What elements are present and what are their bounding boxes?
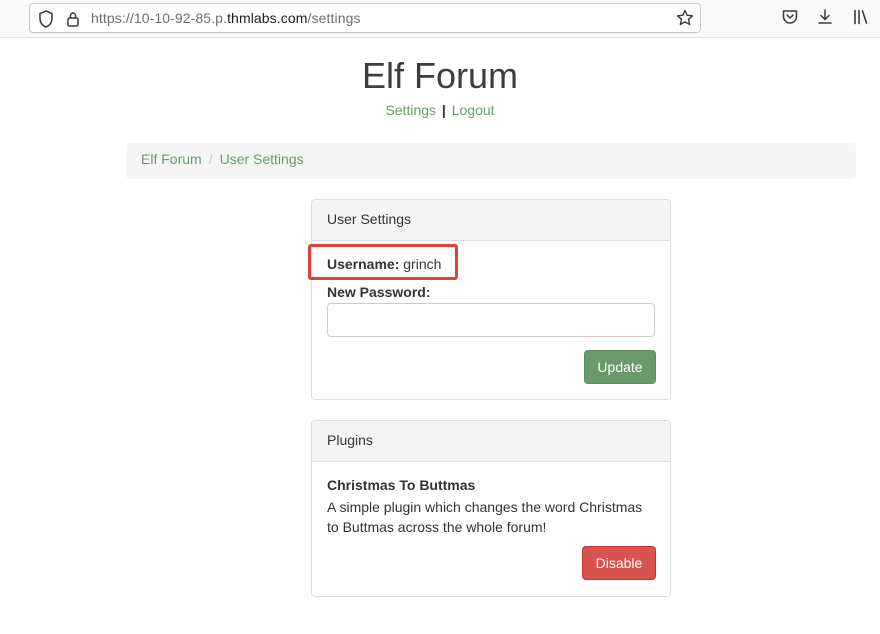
lock-icon[interactable]	[66, 10, 80, 33]
library-icon[interactable]	[852, 8, 870, 31]
update-button[interactable]: Update	[584, 350, 656, 384]
nav-separator: |	[441, 102, 446, 118]
plugins-body: Christmas To Buttmas A simple plugin whi…	[312, 462, 670, 580]
breadcrumb: Elf Forum / User Settings	[126, 143, 856, 179]
username-row: Username: grinch	[327, 256, 441, 272]
settings-link[interactable]: Settings	[385, 102, 436, 118]
address-bar[interactable]: https://10-10-92-85.p.thmlabs.com/settin…	[29, 3, 701, 33]
plugins-panel: Plugins Christmas To Buttmas A simple pl…	[311, 420, 671, 597]
plugin-name: Christmas To Buttmas	[327, 477, 476, 493]
logout-link[interactable]: Logout	[452, 102, 495, 118]
user-settings-heading: User Settings	[312, 200, 670, 241]
breadcrumb-current: User Settings	[219, 151, 304, 167]
url-host: thmlabs.com	[227, 10, 308, 26]
new-password-label: New Password:	[327, 284, 431, 300]
user-settings-panel: User Settings Username: grinch New Passw…	[308, 199, 671, 400]
bookmark-star-icon[interactable]	[676, 9, 694, 32]
downloads-icon[interactable]	[816, 8, 834, 31]
breadcrumb-divider: /	[208, 151, 213, 167]
breadcrumb-home-link[interactable]: Elf Forum	[141, 151, 202, 167]
disable-plugin-button[interactable]: Disable	[582, 546, 656, 580]
top-nav: Settings | Logout	[0, 102, 880, 118]
username-label: Username:	[327, 256, 400, 272]
browser-toolbar: https://10-10-92-85.p.thmlabs.com/settin…	[0, 0, 880, 38]
user-settings-body: Username: grinch New Password: Update	[308, 241, 670, 384]
pocket-icon[interactable]	[781, 8, 799, 31]
plugin-description: A simple plugin which changes the word C…	[327, 499, 643, 535]
new-password-input[interactable]	[327, 303, 655, 337]
username-value: grinch	[403, 256, 442, 272]
url-path: /settings	[307, 10, 361, 26]
plugins-heading: Plugins	[312, 421, 670, 462]
url-text[interactable]: https://10-10-92-85.p.thmlabs.com/settin…	[91, 10, 361, 26]
tracking-shield-icon[interactable]	[38, 10, 54, 33]
url-prefix: https://10-10-92-85.p.	[91, 10, 228, 26]
site-title: Elf Forum	[361, 55, 519, 96]
